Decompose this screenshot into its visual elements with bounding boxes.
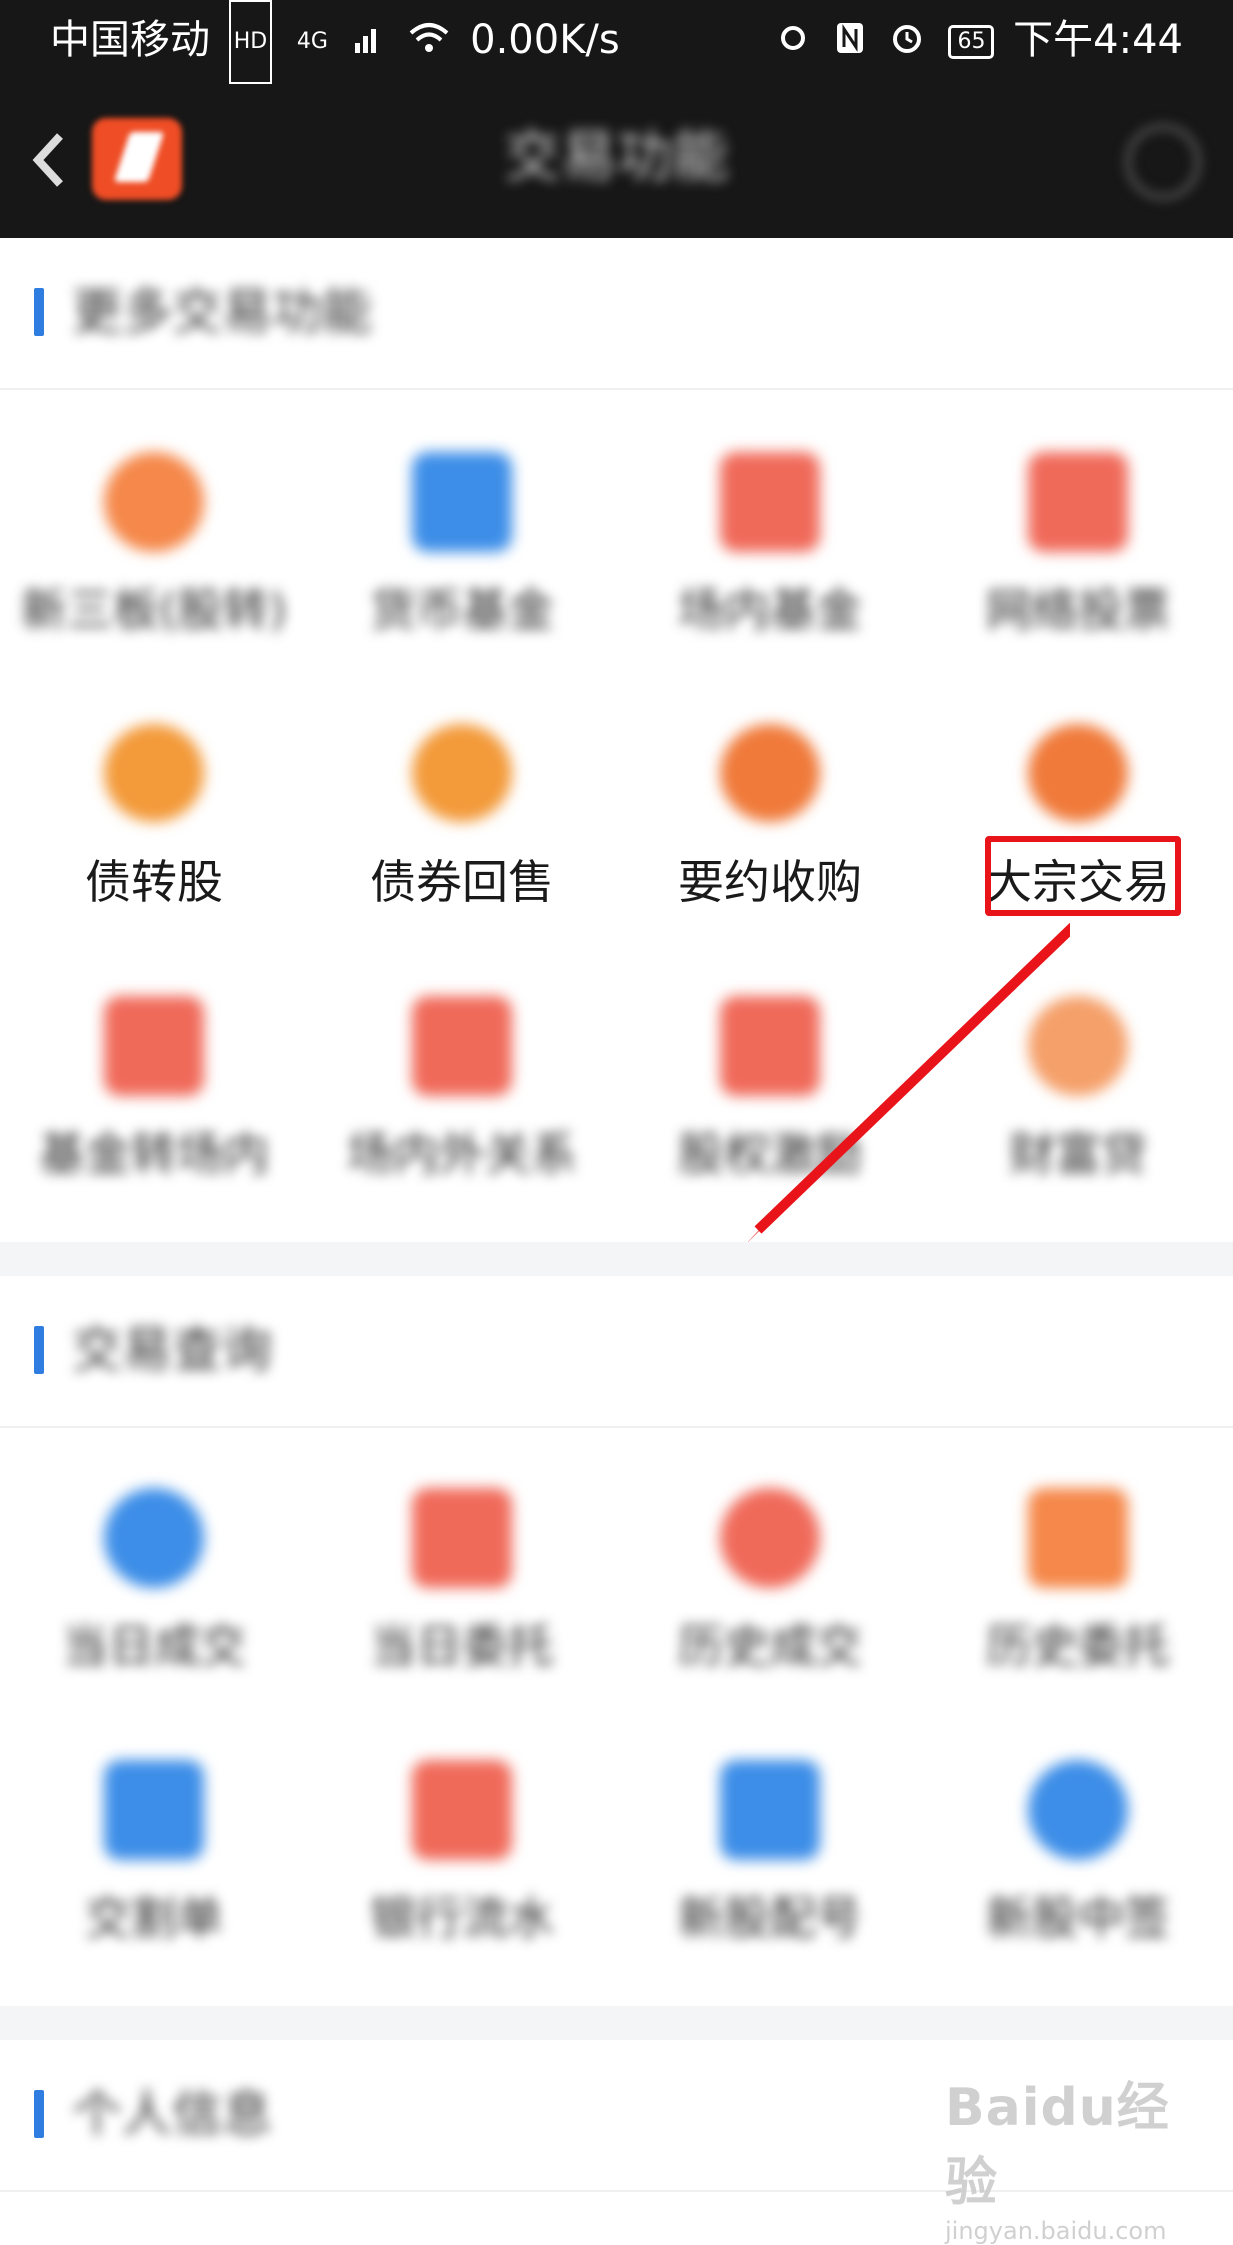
coin-icon <box>412 724 512 822</box>
hd-icon: HD <box>228 0 273 84</box>
chart-doc-icon <box>1028 1488 1128 1588</box>
grid-item-label: 历史成交 <box>678 1619 862 1673</box>
settings-button[interactable] <box>1123 122 1203 202</box>
grid-item-label: 网络投票 <box>986 583 1170 637</box>
title-bar: 交易功能 <box>0 80 1233 238</box>
battery-level: 65 <box>957 29 986 54</box>
vote-doc-icon <box>1028 452 1128 552</box>
bank-doc-icon <box>412 1760 512 1860</box>
alarm-icon <box>890 2 924 82</box>
grid-item-label: 新股配号 <box>678 1891 862 1945</box>
section-query-header: 交易查询 <box>0 1276 1233 1428</box>
grid-item-label: 交割单 <box>85 1891 223 1945</box>
grid-item-in-out-relation[interactable]: 场内外关系 <box>308 996 616 1256</box>
section-title-query: 交易查询 <box>72 1321 272 1379</box>
grid-item-label: 新三板(股转) <box>21 583 287 637</box>
medal-icon <box>1028 1760 1128 1860</box>
exchange-doc-icon <box>104 996 204 1096</box>
grid-item-neeq[interactable]: 新三板(股转) <box>0 452 308 712</box>
grid-item-today-deals[interactable]: 当日成交 <box>0 1488 308 1748</box>
coin-icon <box>104 724 204 822</box>
status-left: 中国移动 HD 4G 0.00K/s <box>50 0 620 84</box>
grid-item-label: 债转股 <box>85 855 223 909</box>
section-title-more: 更多交易功能 <box>72 283 372 341</box>
grid-item-today-orders[interactable]: 当日委托 <box>308 1488 616 1748</box>
nfc-icon <box>835 2 865 82</box>
dollar-doc-icon <box>412 452 512 552</box>
grid-item-label: 货币基金 <box>370 583 554 637</box>
chart-doc-icon <box>412 1488 512 1588</box>
coin-icon <box>720 724 820 822</box>
circle-icon <box>104 452 204 552</box>
grid-item-label: 场内基金 <box>678 583 862 637</box>
grid-item-label: 债券回售 <box>370 855 554 909</box>
grid-item-history-deals[interactable]: 历史成交 <box>616 1488 924 1748</box>
grid-item-fund-transfer[interactable]: 基金转场内 <box>0 996 308 1256</box>
section-accent-bar <box>34 1326 44 1374</box>
grid-item-bond-resale[interactable]: 债券回售 <box>308 724 616 984</box>
section-accent-bar <box>34 288 44 336</box>
watermark-sub: jingyan.baidu.com <box>945 2217 1167 2245</box>
grid-item-label: 基金转场内 <box>39 1127 269 1181</box>
grid-item-money-fund[interactable]: 货币基金 <box>308 452 616 712</box>
page-title: 交易功能 <box>504 125 729 190</box>
chart-doc-icon <box>720 452 820 552</box>
section-more-header: 更多交易功能 <box>0 238 1233 390</box>
grid-item-label: 场内外关系 <box>347 1127 577 1181</box>
grid-item-ipo-numbers[interactable]: 新股配号 <box>616 1760 924 2020</box>
section-accent-bar <box>34 2090 44 2138</box>
grid-item-online-vote[interactable]: 网络投票 <box>924 452 1232 712</box>
highlight-box <box>985 836 1181 916</box>
grid-item-label: 银行流水 <box>370 1891 554 1945</box>
grid-item-label: 当日成交 <box>62 1619 246 1673</box>
status-bar: 中国移动 HD 4G 0.00K/s 65 下午4:44 <box>0 0 1233 84</box>
network-label: 4G <box>296 29 328 54</box>
receipt-icon <box>104 1760 204 1860</box>
grid-item-label: 新股中签 <box>986 1891 1170 1945</box>
grid-item-label: 当日委托 <box>370 1619 554 1673</box>
baidu-watermark: Baidu经验 jingyan.baidu.com <box>945 2065 1195 2245</box>
grid-item-bank-flow[interactable]: 银行流水 <box>308 1760 616 2020</box>
grid-item-label: 要约收购 <box>678 855 862 909</box>
top-bar: 中国移动 HD 4G 0.00K/s 65 下午4:44 交易功能 <box>0 0 1233 238</box>
grid-item-exchange-fund[interactable]: 场内基金 <box>616 452 924 712</box>
network-speed: 0.00K/s <box>470 17 620 63</box>
annotation-arrow <box>744 922 1070 1246</box>
battery-icon: 65 <box>948 25 995 59</box>
clock: 下午4:44 <box>1013 17 1183 63</box>
carrier-label: 中国移动 <box>50 17 210 63</box>
wifi-icon <box>407 2 451 82</box>
section-title-personal: 个人信息 <box>72 2085 272 2143</box>
grid-item-label: 历史委托 <box>986 1619 1170 1673</box>
section-separator <box>0 2006 1233 2040</box>
grid-item-delivery-note[interactable]: 交割单 <box>0 1760 308 2020</box>
exchange-doc-icon <box>412 996 512 1096</box>
pie-icon <box>720 1488 820 1588</box>
mute-icon <box>776 2 810 82</box>
pie-icon <box>104 1488 204 1588</box>
grid-item-ipo-winning[interactable]: 新股中签 <box>924 1760 1232 2020</box>
signal-icon <box>353 2 383 82</box>
section-separator <box>0 1242 1233 1276</box>
coin-icon <box>1028 724 1128 822</box>
grid-item-history-orders[interactable]: 历史委托 <box>924 1488 1232 1748</box>
status-right: 65 下午4:44 <box>770 0 1183 82</box>
grid-item-debt-to-equity[interactable]: 债转股 <box>0 724 308 984</box>
candle-icon <box>720 1760 820 1860</box>
